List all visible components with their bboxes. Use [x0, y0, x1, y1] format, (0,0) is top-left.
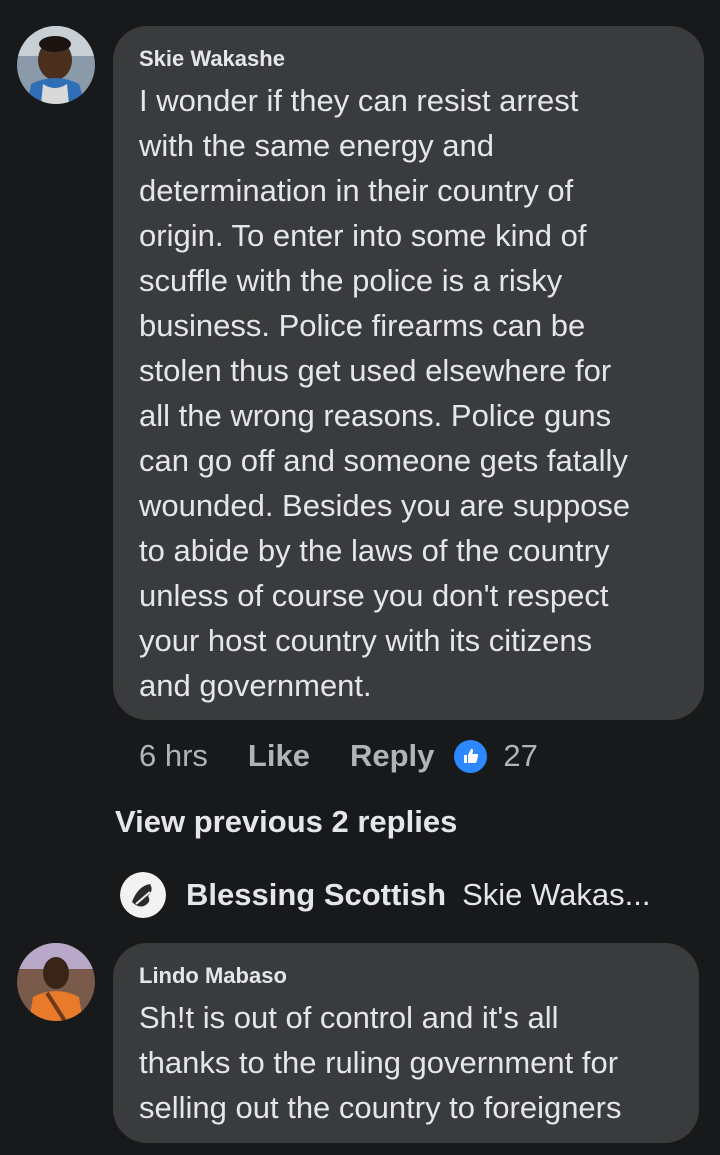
comment-line: your host country with its citizens — [139, 623, 593, 658]
like-button[interactable]: Like — [248, 738, 310, 774]
comment-line: and government. — [139, 668, 372, 703]
reply-snippet[interactable]: Skie Wakas... — [462, 877, 650, 913]
avatar[interactable] — [120, 872, 166, 918]
comment-line: unless of course you don't respect — [139, 578, 609, 613]
comment-line: can go off and someone gets fatally — [139, 443, 628, 478]
comment-line: to abide by the laws of the country — [139, 533, 610, 568]
comment-line: with the same energy and — [139, 128, 494, 163]
comment-text: Sh!t is out of control and it's all than… — [139, 995, 673, 1130]
avatar[interactable] — [17, 26, 95, 104]
comment-line: I wonder if they can resist arrest — [139, 83, 579, 118]
reply-button[interactable]: Reply — [350, 738, 434, 774]
comment-author[interactable]: Lindo Mabaso — [139, 963, 673, 989]
comments-thread: Skie Wakashe I wonder if they can resist… — [0, 0, 720, 1155]
comment-line: scuffle with the police is a risky — [139, 263, 563, 298]
reply-author[interactable]: Blessing Scottish — [186, 877, 446, 913]
comment-line: thanks to the ruling government for — [139, 1045, 619, 1080]
comment-actions: 6 hrs Like Reply 27 — [139, 733, 538, 779]
comment-bubble: Skie Wakashe I wonder if they can resist… — [113, 26, 704, 720]
view-previous-replies-link[interactable]: View previous 2 replies — [115, 804, 457, 840]
comment-line: business. Police firearms can be — [139, 308, 586, 343]
comment-line: origin. To enter into some kind of — [139, 218, 587, 253]
comment-line: wounded. Besides you are suppose — [139, 488, 631, 523]
comment-author[interactable]: Skie Wakashe — [139, 46, 678, 72]
comment-timestamp[interactable]: 6 hrs — [139, 738, 208, 774]
avatar[interactable] — [17, 943, 95, 1021]
comment-line: Sh!t is out of control and it's all — [139, 1000, 559, 1035]
comment-line: stolen thus get used elsewhere for — [139, 353, 612, 388]
comment-bubble: Lindo Mabaso Sh!t is out of control and … — [113, 943, 699, 1143]
thumbs-up-icon[interactable] — [454, 739, 488, 773]
reaction-count[interactable]: 27 — [503, 738, 537, 774]
comment-line: determination in their country of — [139, 173, 574, 208]
comment-line: selling out the country to foreigners — [139, 1090, 622, 1125]
comment-text: I wonder if they can resist arrest with … — [139, 78, 678, 708]
reply-preview[interactable]: Blessing Scottish Skie Wakas... — [120, 870, 650, 920]
comment-line: all the wrong reasons. Police guns — [139, 398, 612, 433]
